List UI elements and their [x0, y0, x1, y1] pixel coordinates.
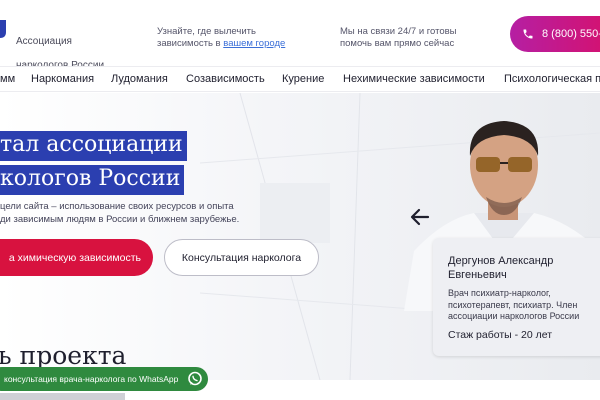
- doctor-role: Врач психиатр-нарколог, психотерапевт, п…: [448, 288, 579, 323]
- find-cure-line-1: Узнайте, где вылечить: [157, 26, 256, 37]
- logo-line-1: Ассоциация: [16, 36, 72, 47]
- nav-item-codependency[interactable]: Созависимость: [186, 73, 265, 85]
- find-cure-prefix: зависимость в: [157, 38, 224, 49]
- main-nav: змм Наркомания Лудомания Созависимость К…: [0, 66, 600, 92]
- hero-title-line-2: кологов России: [0, 165, 185, 195]
- nav-item-smoking[interactable]: Курение: [282, 73, 324, 85]
- whatsapp-icon[interactable]: [184, 368, 206, 390]
- support-text: Мы на связи 24/7 и готовы помочь вам пря…: [340, 26, 457, 50]
- hero-description: цели сайта – использование своих ресурсо…: [0, 200, 239, 226]
- doctor-name: Дергунов Александр Евгеньевич: [448, 254, 553, 282]
- doctor-role-line-3: ассоциации наркологов России: [448, 311, 580, 321]
- doctor-experience: Стаж работы - 20 лет: [448, 329, 553, 341]
- hero-description-line-2: ди зависимым людям в России и ближнем за…: [0, 214, 240, 225]
- doctor-card: Дергунов Александр Евгеньевич Врач психи…: [433, 238, 600, 356]
- doctor-name-line-1: Дергунов Александр: [448, 255, 554, 267]
- nav-item-non-chemical[interactable]: Нехимические зависимости: [343, 73, 485, 85]
- bottom-strip: [0, 393, 125, 400]
- nav-item-gambling[interactable]: Лудомания: [111, 73, 168, 85]
- phone-number: 8 (800) 550-2: [542, 28, 600, 40]
- phone-button[interactable]: 8 (800) 550-2: [510, 16, 600, 52]
- hero-section: тал ассоциации кологов России цели сайта…: [0, 93, 600, 380]
- doctor-role-line-2: психотерапевт, психиатр. Член: [448, 299, 578, 310]
- doctor-name-line-2: Евгеньевич: [448, 269, 507, 281]
- whatsapp-label: консультация врача-нарколога по WhatsApp: [4, 374, 179, 384]
- site-header: Ассоциация наркологов России Узнайте, гд…: [0, 0, 600, 71]
- find-cure-line-2: зависимость в вашем городе: [157, 38, 285, 50]
- phone-icon: [523, 29, 533, 39]
- find-cure-text: Узнайте, где вылечить зависимость в ваше…: [157, 26, 285, 50]
- section-title: ь проекта: [0, 341, 127, 370]
- nav-item-drug-addiction[interactable]: Наркомания: [31, 73, 94, 85]
- chemical-addiction-button[interactable]: а химическую зависимость: [0, 239, 153, 276]
- support-line-2: помочь вам прямо сейчас: [340, 38, 455, 49]
- narcologist-consultation-button[interactable]: Консультация нарколога: [164, 239, 319, 276]
- whatsapp-consultation-bar[interactable]: консультация врача-нарколога по WhatsApp: [0, 367, 208, 391]
- support-line-1: Мы на связи 24/7 и готовы: [340, 26, 457, 37]
- nav-item-alcoholism[interactable]: змм: [0, 73, 15, 85]
- hero-title-line-1: тал ассоциации: [0, 131, 187, 161]
- nav-item-psychological[interactable]: Психологическая п: [504, 73, 600, 85]
- logo-icon[interactable]: [0, 20, 6, 38]
- hero-description-line-1: цели сайта – использование своих ресурсо…: [0, 201, 234, 212]
- your-city-link[interactable]: вашем городе: [223, 38, 285, 49]
- doctor-role-line-1: Врач психиатр-нарколог,: [448, 288, 551, 298]
